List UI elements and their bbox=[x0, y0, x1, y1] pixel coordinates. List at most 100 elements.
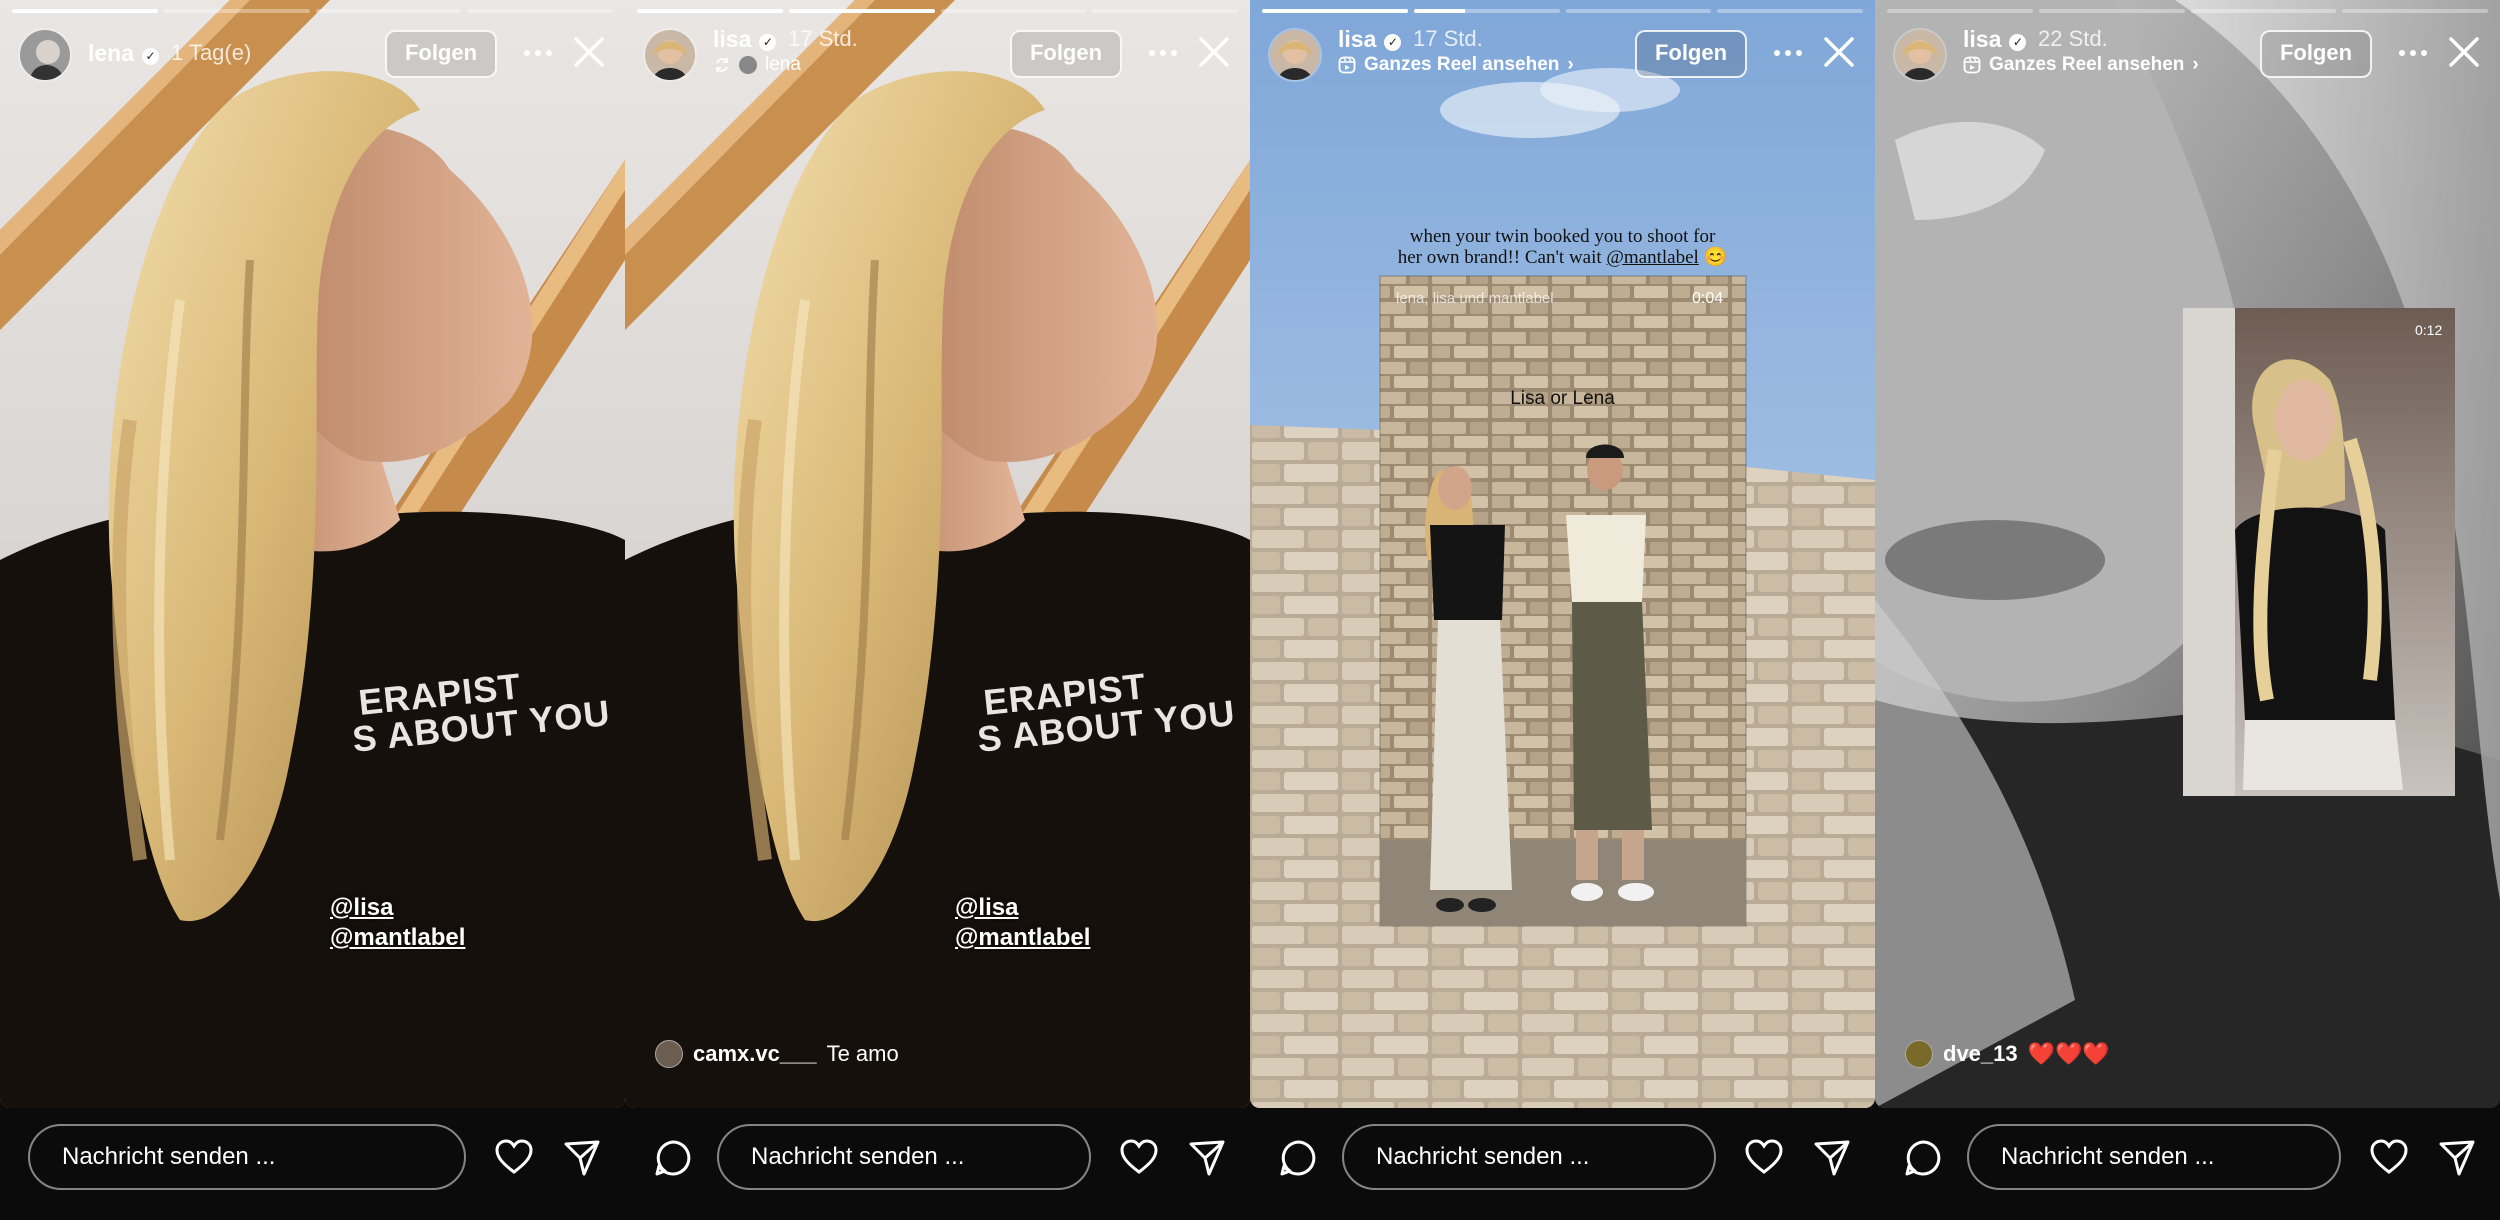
story-media[interactable]: ERAPIST S ABOUT YOU @lisa @mantlabel cam… bbox=[625, 0, 1250, 1108]
reshare-avatar bbox=[739, 56, 757, 74]
avatar[interactable] bbox=[1268, 28, 1322, 82]
story-photo bbox=[0, 0, 625, 1108]
progress-segment bbox=[788, 9, 935, 13]
comment-icon[interactable] bbox=[1278, 1138, 1318, 1178]
reply-username[interactable]: dve_13 bbox=[1943, 1041, 2018, 1067]
more-icon[interactable] bbox=[2396, 36, 2430, 70]
post-time: 22 Std. bbox=[2038, 26, 2108, 51]
progress-segment bbox=[637, 9, 783, 13]
mention-tag[interactable]: @mantlabel bbox=[955, 924, 1090, 952]
username[interactable]: lisa ✓ bbox=[1963, 26, 2027, 53]
comment-icon[interactable] bbox=[653, 1138, 693, 1178]
more-icon[interactable] bbox=[1771, 36, 1805, 70]
reel-link[interactable]: Ganzes Reel ansehen › bbox=[1338, 54, 1574, 76]
send-icon[interactable] bbox=[2437, 1138, 2477, 1178]
story-header: lisa ✓ 17 Std. lena Folgen bbox=[625, 26, 1250, 82]
progress-segment bbox=[163, 9, 310, 13]
reel-duration: 0:12 bbox=[2415, 322, 2443, 338]
username-text[interactable]: lena bbox=[88, 40, 134, 66]
message-input[interactable]: Nachricht senden ... bbox=[1967, 1124, 2341, 1190]
heart-icon[interactable] bbox=[1744, 1138, 1784, 1178]
chevron-right-icon: › bbox=[2192, 54, 2199, 75]
progress-segment bbox=[1092, 9, 1238, 13]
message-input[interactable]: Nachricht senden ... bbox=[28, 1124, 466, 1190]
follow-button[interactable]: Folgen bbox=[1635, 30, 1747, 78]
username[interactable]: lisa ✓ bbox=[1338, 26, 1402, 53]
username[interactable]: lena ✓ bbox=[88, 40, 160, 67]
heart-icon[interactable] bbox=[2369, 1138, 2409, 1178]
avatar[interactable] bbox=[1893, 28, 1947, 82]
caption-line-2: her own brand!! Can't wait @mantlabel 😊 bbox=[1250, 247, 1875, 268]
post-time: 1 Tag(e) bbox=[171, 40, 252, 65]
send-icon[interactable] bbox=[1187, 1138, 1227, 1178]
verified-icon: ✓ bbox=[142, 48, 160, 65]
more-icon[interactable] bbox=[1146, 36, 1180, 70]
username[interactable]: lisa ✓ bbox=[713, 26, 777, 53]
mention-tag[interactable]: @mantlabel bbox=[330, 924, 465, 952]
reshare-source[interactable]: lena bbox=[713, 54, 801, 76]
story-photo bbox=[625, 0, 1250, 1108]
send-icon[interactable] bbox=[562, 1138, 602, 1178]
mention-tag[interactable]: @lisa bbox=[955, 894, 1018, 922]
story-progress bbox=[1262, 9, 1863, 13]
smile-emoji: 😊 bbox=[1703, 247, 1728, 268]
send-icon[interactable] bbox=[1812, 1138, 1852, 1178]
chevron-right-icon: › bbox=[1567, 54, 1574, 75]
progress-segment bbox=[315, 9, 462, 13]
story-media[interactable]: 0:12 dve_13 ❤️❤️❤️ bbox=[1875, 0, 2500, 1108]
reply-text: ❤️❤️❤️ bbox=[2027, 1041, 2110, 1066]
heart-icon[interactable] bbox=[494, 1138, 534, 1178]
reply-avatar bbox=[655, 1040, 683, 1068]
progress-segment bbox=[1262, 9, 1408, 13]
follow-button[interactable]: Folgen bbox=[2260, 30, 2372, 78]
follow-button[interactable]: Folgen bbox=[385, 30, 497, 78]
close-icon[interactable] bbox=[571, 34, 607, 70]
story-photo bbox=[1250, 0, 1875, 1108]
story-reply: camx.vc___ Te amo bbox=[655, 1040, 899, 1068]
progress-segment bbox=[467, 9, 613, 13]
progress-segment bbox=[1717, 9, 1863, 13]
story-progress bbox=[637, 9, 1238, 13]
avatar[interactable] bbox=[643, 28, 697, 82]
story-screen-2: ERAPIST S ABOUT YOU @lisa @mantlabel cam… bbox=[625, 0, 1250, 1220]
mention-tag[interactable]: @lisa bbox=[330, 894, 393, 922]
story-media[interactable]: ERAPIST S ABOUT YOU @lisa @mantlabel bbox=[0, 0, 625, 1108]
story-progress bbox=[1887, 9, 2488, 13]
story-reply: dve_13 ❤️❤️❤️ bbox=[1905, 1040, 2110, 1068]
close-icon[interactable] bbox=[2446, 34, 2482, 70]
reel-header: lena, lisa und mantlabel bbox=[1396, 290, 1554, 307]
reel-duration: 0:04 bbox=[1692, 290, 1724, 307]
avatar[interactable] bbox=[18, 28, 72, 82]
story-caption: when your twin booked you to shoot for h… bbox=[1250, 226, 1875, 268]
message-input[interactable]: Nachricht senden ... bbox=[717, 1124, 1091, 1190]
username-text[interactable]: lisa bbox=[1338, 26, 1376, 52]
reshare-icon bbox=[716, 58, 728, 72]
username-text[interactable]: lisa bbox=[713, 26, 751, 52]
story-screen-4: 0:12 dve_13 ❤️❤️❤️ lisa ✓ 22 Std. Ganzes … bbox=[1875, 0, 2500, 1220]
reel-link-label[interactable]: Ganzes Reel ansehen bbox=[1989, 54, 2184, 76]
reel-link[interactable]: Ganzes Reel ansehen › bbox=[1963, 54, 2199, 76]
more-icon[interactable] bbox=[521, 36, 555, 70]
reel-overlay-text: Lisa or Lena bbox=[1510, 388, 1615, 409]
message-input[interactable]: Nachricht senden ... bbox=[1342, 1124, 1716, 1190]
progress-segment bbox=[2342, 9, 2488, 13]
story-screen-3: when your twin booked you to shoot for h… bbox=[1250, 0, 1875, 1220]
story-progress bbox=[12, 9, 613, 13]
close-icon[interactable] bbox=[1196, 34, 1232, 70]
heart-icon[interactable] bbox=[1119, 1138, 1159, 1178]
progress-segment bbox=[1413, 9, 1560, 13]
reshare-username[interactable]: lena bbox=[765, 54, 801, 76]
progress-segment bbox=[12, 9, 158, 13]
story-media[interactable]: when your twin booked you to shoot for h… bbox=[1250, 0, 1875, 1108]
caption-mention[interactable]: @mantlabel bbox=[1606, 247, 1698, 268]
reply-text: Te amo bbox=[826, 1041, 899, 1066]
username-text[interactable]: lisa bbox=[1963, 26, 2001, 52]
follow-button[interactable]: Folgen bbox=[1010, 30, 1122, 78]
reel-icon bbox=[1338, 56, 1356, 74]
verified-icon: ✓ bbox=[2009, 34, 2027, 51]
close-icon[interactable] bbox=[1821, 34, 1857, 70]
comment-icon[interactable] bbox=[1903, 1138, 1943, 1178]
caption-text: her own brand!! Can't wait bbox=[1397, 247, 1602, 268]
reel-link-label[interactable]: Ganzes Reel ansehen bbox=[1364, 54, 1559, 76]
reply-username[interactable]: camx.vc___ bbox=[693, 1041, 817, 1067]
